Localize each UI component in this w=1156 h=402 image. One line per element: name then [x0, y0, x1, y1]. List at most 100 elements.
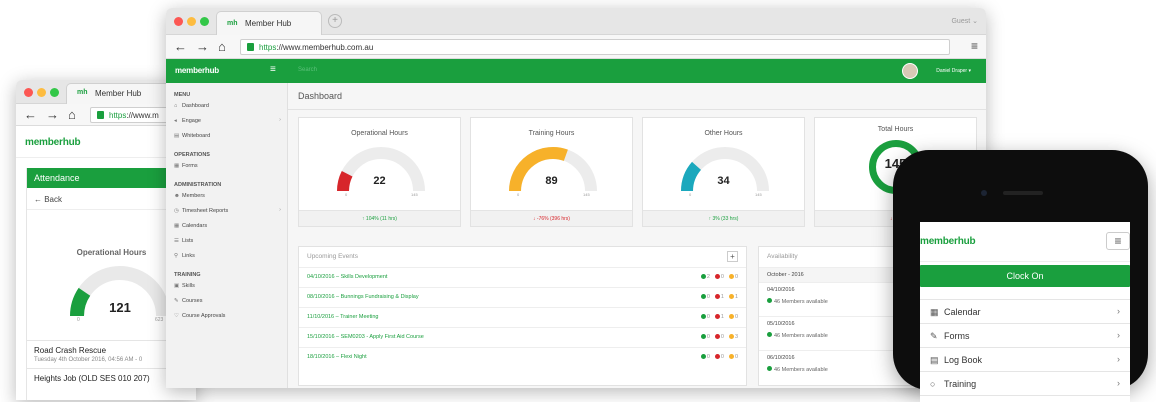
minimize-dot[interactable] — [37, 88, 46, 97]
rsvp-count: 0 — [720, 354, 724, 360]
event-row[interactable]: 08/10/2016 – Bunnings Fundraising & Disp… — [299, 287, 746, 307]
sidebar-section-label: ADMINISTRATION — [174, 182, 222, 188]
home-icon[interactable]: ⌂ — [218, 39, 226, 54]
rsvp-count: 1 — [734, 294, 738, 300]
zoom-dot[interactable] — [50, 88, 59, 97]
card-title: Operational Hours — [351, 130, 408, 137]
status-dot-icon — [767, 366, 772, 371]
status-dot-icon — [714, 354, 720, 360]
speaker-grille — [1003, 191, 1043, 195]
sidebar-item[interactable]: ♡ Course Approvals — [166, 308, 287, 323]
phone-menu-label: Log Book — [944, 355, 983, 365]
sidebar-item[interactable]: ☰ Lists — [166, 233, 287, 248]
avatar[interactable] — [902, 63, 918, 79]
memberhub-logo[interactable]: memberhub — [175, 66, 219, 75]
sidebar-item[interactable]: ⌂ Dashboard — [166, 98, 287, 113]
event-link[interactable]: 18/10/2016 – Flexi Night — [307, 354, 367, 360]
phone-menu-item[interactable]: ✎ Forms › — [920, 324, 1130, 348]
phone-mockup: memberhub ≡ Clock On ▦ Calendar › ✎ Forms › ▤ L… — [893, 150, 1148, 402]
rsvp-counts: 0 0 3 — [696, 334, 738, 340]
event-link[interactable]: 04/10/2016 – Skills Development — [307, 274, 387, 280]
memberhub-logo[interactable]: memberhub — [25, 137, 81, 148]
phone-menu-icon: ✎ — [930, 331, 938, 341]
add-event-button[interactable]: + — [727, 251, 738, 262]
phone-menu-item[interactable]: ▦ Calendar › — [920, 300, 1130, 324]
left-gauge-max: 623 — [155, 317, 164, 323]
phone-menu-item[interactable]: ○ Training › — [920, 372, 1130, 396]
chevron-right-icon: › — [1117, 306, 1120, 316]
card-gauge — [337, 147, 425, 192]
stat-card: Operational Hours 22 0 145 ↑ 104% (11 hrs) — [298, 117, 461, 227]
clock-on-button[interactable]: Clock On — [920, 265, 1130, 287]
user-menu[interactable]: Daniel Draper ▾ — [936, 68, 971, 74]
back-arrow-icon[interactable]: ← — [174, 39, 187, 54]
phone-menu-icon: ▤ — [930, 355, 939, 365]
address-field[interactable]: https://www.memberhub.com.au — [240, 39, 950, 55]
sidebar-item[interactable]: ▦ Forms — [166, 158, 287, 173]
rsvp-count: 0 — [720, 334, 724, 340]
close-dot[interactable] — [174, 17, 183, 26]
gauge-max: 145 — [755, 192, 762, 197]
main-tab[interactable]: mh Member Hub — [216, 11, 322, 35]
rsvp-count: 2 — [706, 274, 710, 280]
sidebar-item-icon: ▤ — [174, 133, 180, 139]
gauge-min: 0 — [517, 192, 520, 197]
minimize-dot[interactable] — [187, 17, 196, 26]
event-link[interactable]: 15/10/2016 – SEM0203 - Apply First Aid C… — [307, 334, 424, 340]
sidebar-section-label: OPERATIONS — [174, 152, 210, 158]
hamburger-icon[interactable]: ≡ — [1106, 232, 1130, 250]
sidebar-item[interactable]: ⚲ Links — [166, 248, 287, 263]
event-row[interactable]: 15/10/2016 – SEM0203 - Apply First Aid C… — [299, 327, 746, 347]
dashboard-main: Dashboard Operational Hours 22 0 145 ↑ 104% … — [288, 83, 986, 388]
left-gauge-value: 121 — [109, 300, 131, 315]
forward-arrow-icon[interactable]: → — [46, 107, 59, 122]
sidebar-item-icon: ✎ — [174, 298, 179, 304]
forward-arrow-icon[interactable]: → — [196, 39, 209, 54]
status-dot-icon — [714, 314, 720, 320]
card-gauge — [681, 147, 769, 192]
home-icon[interactable]: ⌂ — [68, 107, 76, 122]
chevron-right-icon: › — [1117, 378, 1120, 388]
card-change: -76% (396 hrs) — [536, 216, 570, 222]
card-change: 3% (33 hrs) — [712, 216, 739, 222]
chevron-down-icon: ⌄ — [972, 18, 978, 25]
rsvp-counts: 0 1 0 — [696, 314, 738, 320]
sidebar-item-icon: ▣ — [174, 283, 180, 289]
rsvp-count: 1 — [720, 314, 724, 320]
sidebar-item-icon: ⌂ — [174, 103, 178, 109]
card-footer: ↑ 3% (33 hrs) — [643, 210, 804, 226]
phone-menu-label: Forms — [944, 331, 970, 341]
close-dot[interactable] — [24, 88, 33, 97]
url-host: ://www.memberhub.com.au — [276, 43, 374, 52]
topbar-search[interactable]: Search — [298, 67, 317, 73]
sidebar-item-icon: ☻ — [174, 193, 180, 199]
memberhub-logo[interactable]: memberhub — [920, 236, 976, 247]
guest-menu[interactable]: Guest ⌄ — [951, 17, 978, 25]
browser-menu-icon[interactable]: ≡ — [971, 39, 978, 53]
event-link[interactable]: 08/10/2016 – Bunnings Fundraising & Disp… — [307, 294, 419, 300]
page-title: Dashboard — [298, 91, 343, 101]
left-gauge-min: 0 — [77, 317, 80, 323]
phone-menu-item[interactable]: ▤ Log Book › — [920, 348, 1130, 372]
sidebar-section-label: TRAINING — [174, 272, 201, 278]
sidebar-item-icon: ◷ — [174, 208, 179, 214]
event-row[interactable]: 18/10/2016 – Flexi Night 0 0 0 — [299, 347, 746, 367]
event-link[interactable]: 11/10/2016 – Trainer Meeting — [307, 314, 378, 320]
status-dot-icon — [700, 274, 706, 280]
sidebar-item[interactable]: ✎ Courses — [166, 293, 287, 308]
hamburger-icon[interactable]: ≡ — [270, 64, 276, 75]
sidebar-item[interactable]: ▣ Skills — [166, 278, 287, 293]
new-tab-button[interactable]: + — [328, 14, 342, 28]
sidebar-item[interactable]: ▦ Calendars — [166, 218, 287, 233]
back-arrow-icon[interactable]: ← — [24, 107, 37, 122]
sidebar-item[interactable]: ☻ Members — [166, 188, 287, 203]
sidebar-item[interactable]: ◷ Timesheet Reports › — [166, 203, 287, 218]
sidebar-item[interactable]: ▤ Whiteboard — [166, 128, 287, 143]
sidebar-item[interactable]: ◂ Engage › — [166, 113, 287, 128]
event-row[interactable]: 04/10/2016 – Skills Development 2 0 0 — [299, 267, 746, 287]
gauge-max: 145 — [411, 192, 418, 197]
favicon-icon: mh — [227, 20, 238, 27]
event-row[interactable]: 11/10/2016 – Trainer Meeting 0 1 0 — [299, 307, 746, 327]
url-scheme: https — [109, 111, 127, 120]
zoom-dot[interactable] — [200, 17, 209, 26]
